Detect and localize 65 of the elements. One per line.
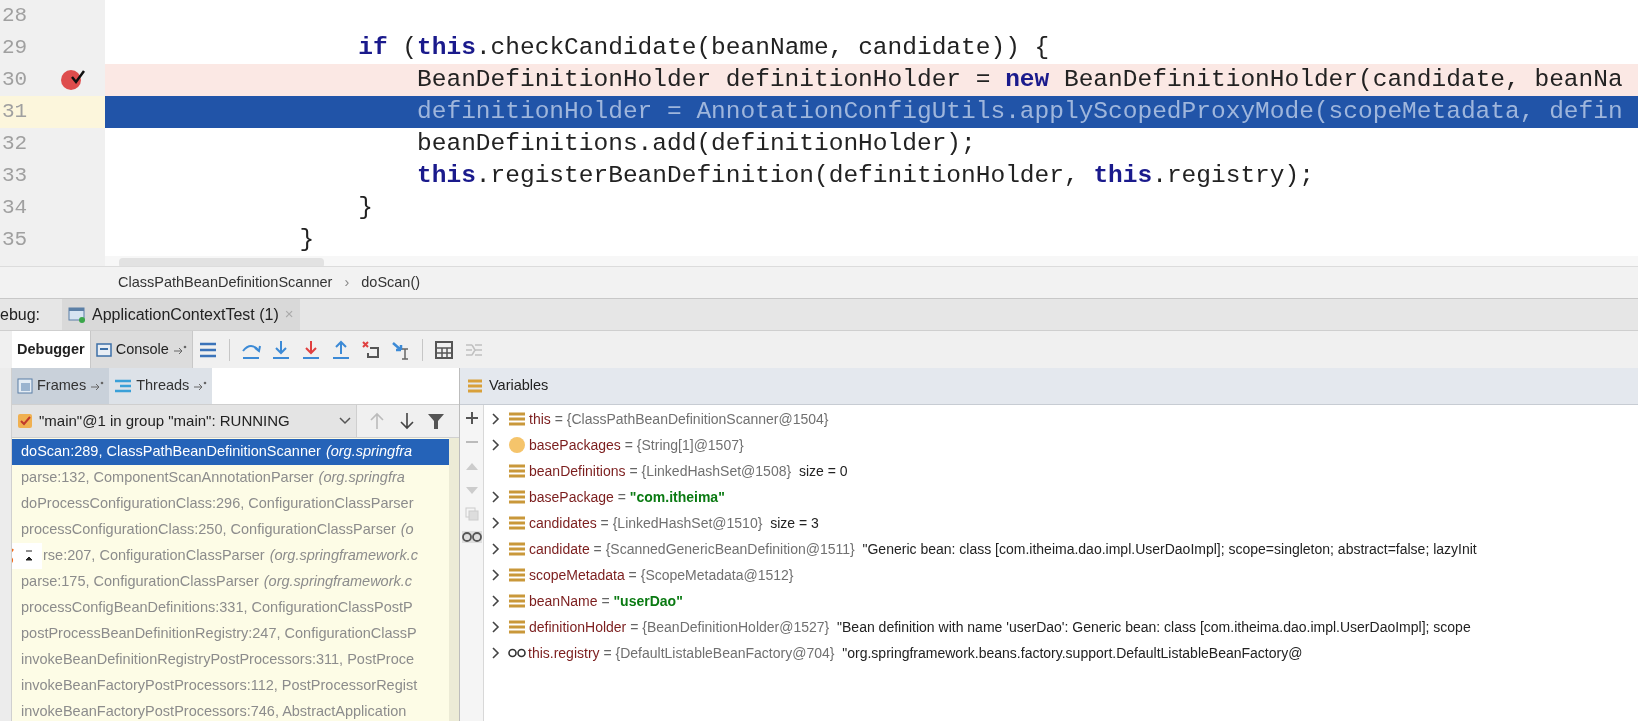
chevron-right-icon[interactable] (492, 569, 500, 581)
session-tab[interactable]: ApplicationContextTest (1) × (62, 299, 300, 330)
breadcrumb-separator: › (344, 272, 350, 292)
code-line: BeanDefinitionHolder definitionHolder = new BeanDefinitionHolder(candidate, beanNa (416, 64, 1623, 95)
line-number: 35 (1, 227, 28, 254)
code-line: if (this.checkCandidate(beanName, candidate)) { (357, 32, 1050, 63)
variable-row[interactable]: definitionHolder = {BeanDefinitionHolder@1527} "Bean definition with name 'userDao': Generic bean: class [com.itheima.dao.impl.UserDaoImpl]; scope (529, 616, 1471, 638)
variable-row[interactable]: beanName = "userDao" (529, 590, 683, 612)
variable-row[interactable]: basePackage = "com.itheima" (529, 486, 725, 508)
thread-dropdown[interactable]: "main"@1 in group "main": RUNNING (12, 405, 357, 437)
code-line: } (298, 224, 315, 255)
glasses-icon[interactable] (461, 531, 482, 543)
chevron-right-icon[interactable] (492, 491, 500, 503)
line-number: 29 (1, 35, 28, 62)
variable-row[interactable]: candidates = {LinkedHashSet@1510} size = 3 (529, 512, 819, 534)
input-method-toolbar[interactable] (12, 543, 42, 569)
window-icon (68, 306, 87, 323)
line-number: 28 (1, 3, 28, 30)
chevron-right-icon[interactable] (492, 439, 500, 451)
variables-icon (467, 378, 483, 394)
panel-title: Variables (489, 376, 549, 396)
code-line: this.registerBeanDefinition(definitionHolder, this.registry); (416, 160, 1314, 191)
arrows-icon (24, 548, 34, 564)
threads-tab[interactable]: Threads (109, 368, 213, 404)
code-line: beanDefinitions.add(definitionHolder); (416, 128, 976, 159)
thread-icon (16, 412, 34, 430)
pin-icon (90, 380, 105, 392)
variable-row[interactable]: this.registry = {DefaultListableBeanFactory@704} "org.springframework.beans.factory.support.DefaultListableBeanFactory@ (528, 642, 1303, 664)
chevron-right-icon[interactable] (492, 621, 500, 633)
chevron-down-icon (338, 416, 352, 426)
variable-row[interactable]: this = {ClassPathBeanDefinitionScanner@1504} (529, 408, 829, 430)
variable-row[interactable]: candidate = {ScannedGenericBeanDefinition@1511} "Generic bean: class [com.itheima.dao.impl.UserDaoImpl]; scope=singleton; abstract=false; lazyInit (529, 538, 1477, 560)
variable-row[interactable]: basePackages = {String[1]@1507} (529, 434, 744, 456)
lines-icon (114, 378, 133, 394)
debug-label: ebug: (0, 304, 42, 325)
debugger-tab[interactable]: Debugger (12, 331, 91, 368)
line-number: 30 (1, 67, 28, 94)
code-line: } (357, 192, 373, 223)
drop-frame-icon[interactable] (359, 338, 382, 361)
line-number: 32 (1, 131, 28, 158)
scrollbar-track[interactable] (449, 438, 459, 721)
stack-frame[interactable]: doScan:289, ClassPathBeanDefinitionScanner (org.springfra (12, 439, 449, 465)
calculator-icon[interactable] (432, 338, 455, 361)
chevron-right-icon[interactable] (492, 413, 500, 425)
pin-icon (172, 343, 187, 356)
variable-row[interactable]: scopeMetadata = {ScopeMetadata@1512} (529, 564, 794, 586)
filter-icon[interactable] (427, 412, 445, 430)
console-tab[interactable]: Console (90, 331, 193, 368)
chevron-right-icon[interactable] (492, 647, 500, 659)
window-stack-icon (17, 378, 33, 394)
console-icon (95, 341, 112, 358)
plus-icon[interactable] (464, 411, 479, 425)
line-number: 34 (1, 195, 28, 222)
breadcrumb-item[interactable]: doScan() (361, 271, 421, 294)
pin-icon (193, 380, 208, 392)
frames-tab[interactable]: Frames (12, 368, 110, 404)
arrow-down-icon[interactable] (399, 412, 415, 430)
line-number: 33 (1, 163, 28, 190)
chevron-right-icon[interactable] (492, 595, 500, 607)
line-number: 31 (1, 99, 28, 126)
variable-row[interactable]: beanDefinitions = {LinkedHashSet@1508} size = 0 (529, 460, 848, 482)
breadcrumb-item[interactable]: ClassPathBeanDefinitionScanner (118, 271, 333, 294)
chevron-right-icon[interactable] (492, 543, 500, 555)
code-line: definitionHolder = AnnotationConfigUtils.applyScopedProxyMode(scopeMetadata, defin (416, 96, 1623, 127)
chevron-right-icon[interactable] (492, 517, 500, 529)
